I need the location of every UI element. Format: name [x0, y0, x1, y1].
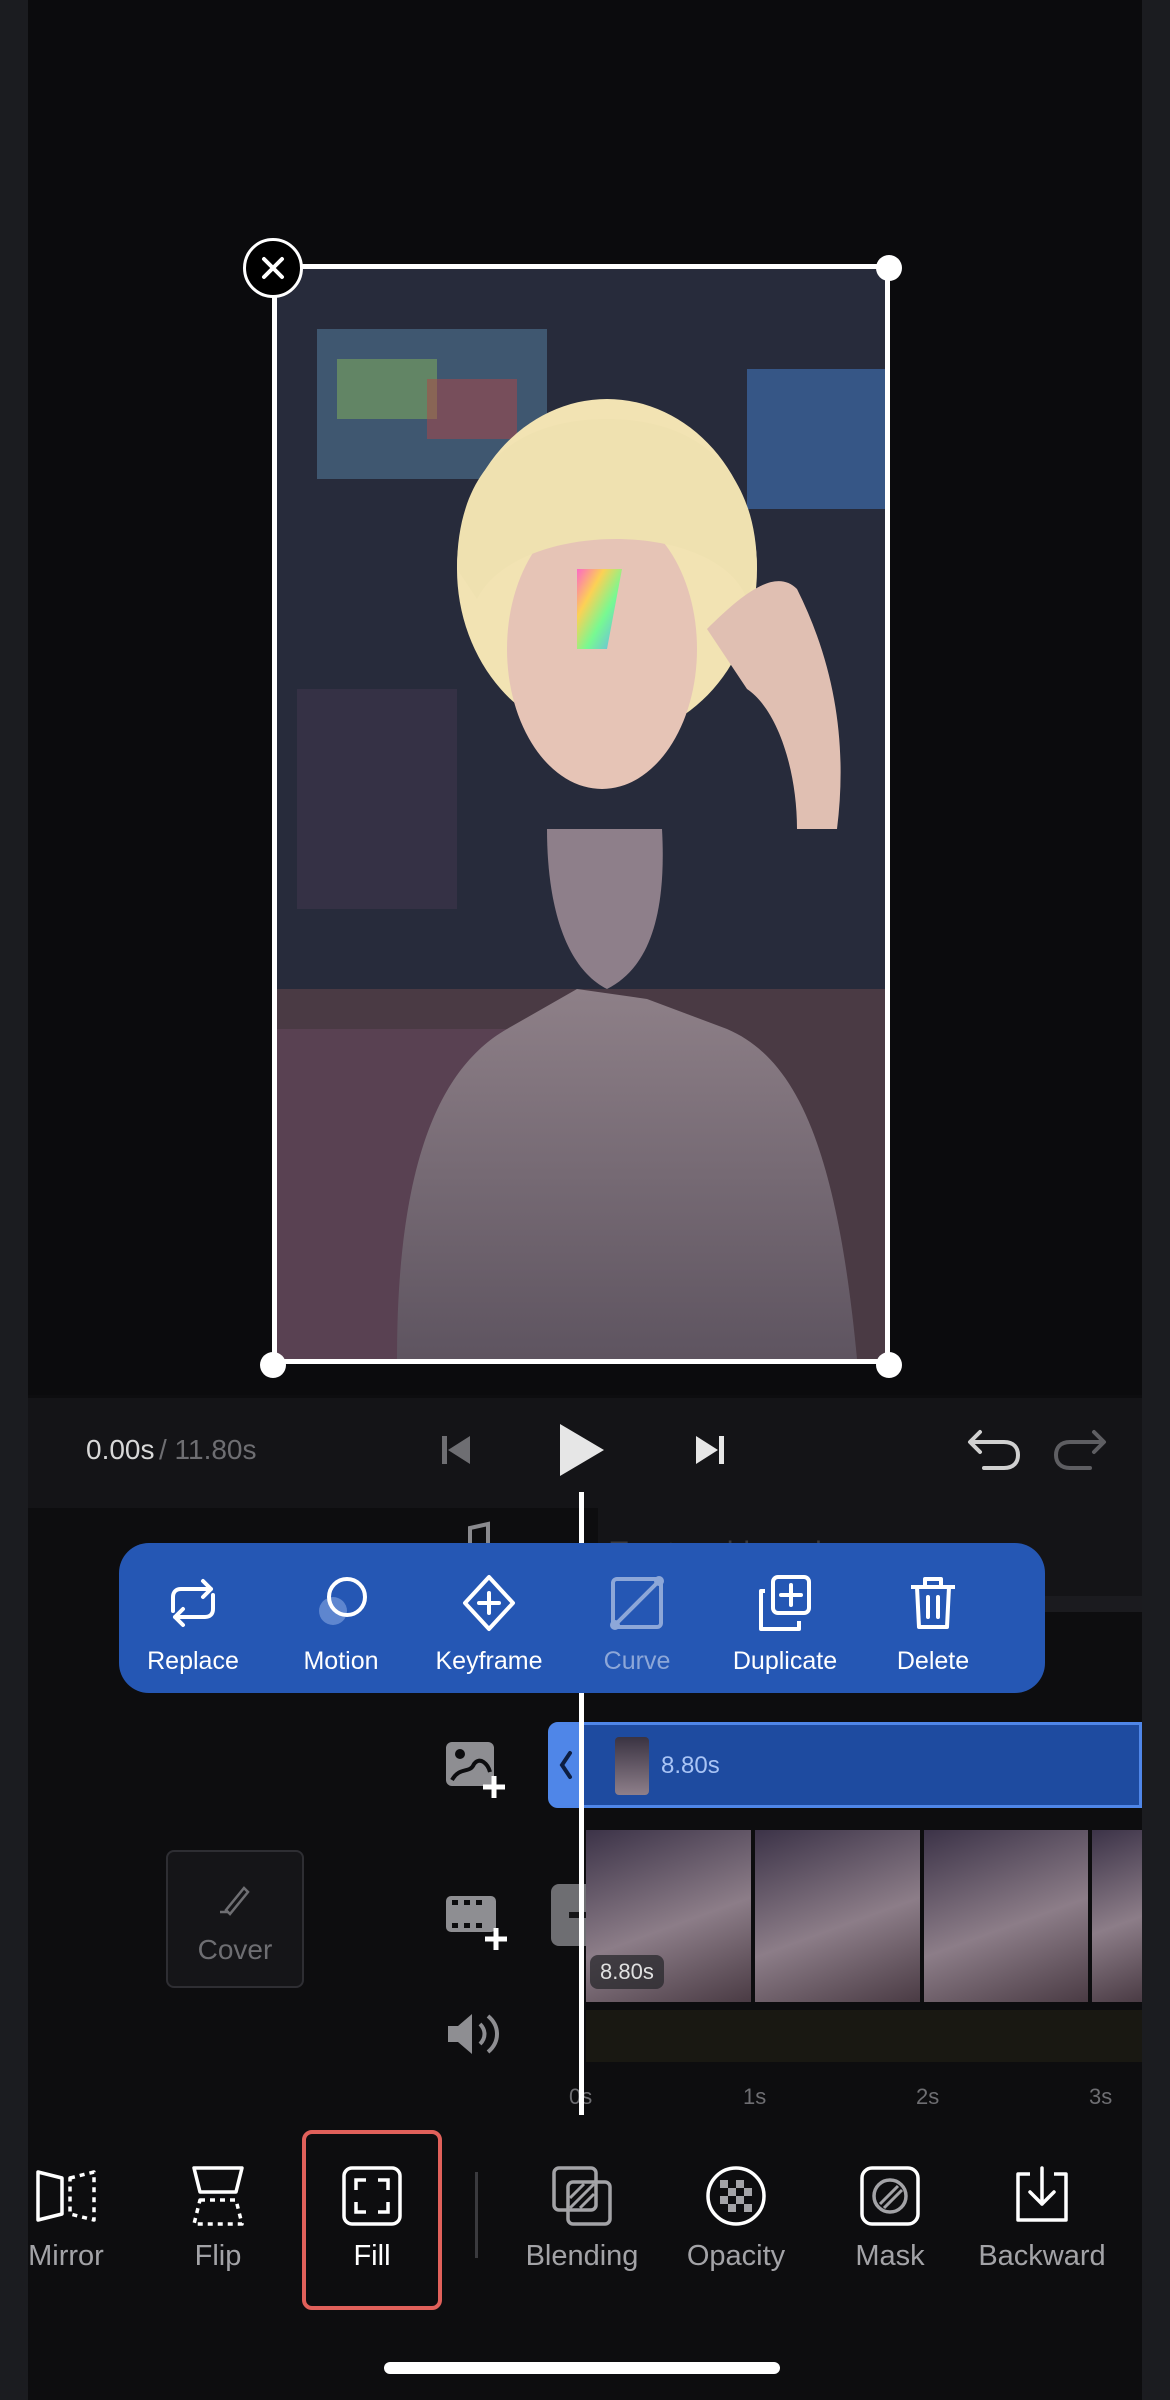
portrait-image: [277, 269, 885, 1359]
mirror-tool[interactable]: Mirror: [0, 2150, 136, 2290]
audio-waveform-track[interactable]: [586, 2010, 1142, 2062]
right-edge: [1142, 0, 1170, 2400]
volume-button[interactable]: [446, 2008, 506, 2060]
undo-button[interactable]: [966, 1426, 1022, 1474]
backward-icon: [1016, 2166, 1068, 2222]
blending-icon: [552, 2166, 612, 2226]
duplicate-icon: [759, 1575, 811, 1631]
close-icon: [262, 257, 284, 279]
replace-icon: [171, 1579, 215, 1627]
opacity-tool[interactable]: Opacity: [666, 2150, 806, 2290]
resize-handle-bottom-right[interactable]: [876, 1352, 902, 1378]
left-edge: [0, 0, 28, 2400]
mask-icon: [860, 2166, 920, 2226]
undo-icon: [968, 1430, 1021, 1470]
play-button[interactable]: [556, 1422, 606, 1478]
video-duration-badge: 8.80s: [590, 1955, 664, 1989]
overlay-duration: 8.80s: [661, 1752, 720, 1779]
ruler-tick-label: 2s: [916, 2084, 940, 2109]
duplicate-label: Duplicate: [732, 1647, 838, 1675]
volume-icon: [448, 2014, 499, 2054]
blending-tool[interactable]: Blending: [512, 2150, 652, 2290]
flip-label: Flip: [194, 2240, 242, 2272]
keyframe-icon: [463, 1575, 515, 1631]
ruler-tick-label: 1s: [743, 2084, 767, 2109]
delete-button[interactable]: Delete: [859, 1543, 1007, 1693]
flip-tool[interactable]: Flip: [148, 2150, 288, 2290]
delete-icon: [911, 1577, 955, 1629]
motion-label: Motion: [303, 1647, 379, 1675]
video-frame: [1092, 1830, 1142, 2002]
fill-icon: [342, 2166, 402, 2226]
redo-button[interactable]: [1052, 1426, 1108, 1474]
curve-icon: [610, 1576, 664, 1630]
mask-tool[interactable]: Mask: [820, 2150, 960, 2290]
ruler-tick-label: 3s: [1089, 2084, 1113, 2109]
replace-button[interactable]: Replace: [119, 1543, 267, 1693]
keyframe-label: Keyframe: [435, 1647, 543, 1675]
toolbar-divider: [475, 2172, 478, 2258]
duplicate-button[interactable]: Duplicate: [711, 1543, 859, 1693]
resize-handle-bottom-left[interactable]: [260, 1352, 286, 1378]
time-ruler: 0s 1s 2s 3s: [569, 2084, 1142, 2118]
backward-label: Backward: [978, 2240, 1106, 2272]
video-frame: [754, 1830, 920, 2002]
cover-label: Cover: [197, 1934, 273, 1965]
pen-icon: [220, 1886, 250, 1916]
motion-button[interactable]: Motion: [267, 1543, 415, 1693]
video-clip[interactable]: [586, 1830, 1142, 2002]
total-time: / 11.80s: [158, 1434, 257, 1465]
flip-icon: [192, 2166, 244, 2226]
add-image-overlay-icon: [446, 1742, 505, 1798]
skip-to-end-button[interactable]: [690, 1430, 730, 1470]
skip-start-icon: [442, 1436, 470, 1464]
current-time: 0.00s: [86, 1434, 155, 1465]
chevron-left-icon: [559, 1751, 572, 1779]
redo-icon: [1053, 1430, 1106, 1470]
curve-label: Curve: [603, 1647, 671, 1675]
remove-overlay-button[interactable]: [243, 238, 303, 298]
blending-label: Blending: [525, 2240, 639, 2272]
overlay-thumbnail: [615, 1737, 649, 1795]
skip-to-start-button[interactable]: [436, 1430, 476, 1470]
add-video-clip-icon: [446, 1896, 507, 1950]
opacity-label: Opacity: [686, 2240, 786, 2272]
video-frame: [923, 1830, 1089, 2002]
replace-label: Replace: [147, 1647, 239, 1675]
add-video-button[interactable]: [444, 1890, 510, 1952]
home-indicator: [384, 2362, 780, 2374]
keyframe-button[interactable]: Keyframe: [415, 1543, 563, 1693]
skip-end-icon: [696, 1436, 724, 1464]
fill-tool[interactable]: Fill: [302, 2130, 442, 2310]
overlay-photo[interactable]: [272, 264, 890, 1364]
resize-handle-top-right[interactable]: [876, 255, 902, 281]
overlay-clip[interactable]: 8.80s: [548, 1722, 1142, 1808]
opacity-icon: [706, 2166, 766, 2226]
delete-label: Delete: [896, 1647, 970, 1675]
curve-button[interactable]: Curve: [563, 1543, 711, 1693]
time-display: 0.00s / 11.80s: [86, 1434, 257, 1466]
play-icon: [560, 1424, 604, 1476]
motion-icon: [319, 1577, 367, 1625]
add-overlay-button[interactable]: [444, 1740, 510, 1800]
trim-handle-left[interactable]: [551, 1725, 581, 1805]
clip-action-popup: Replace Motion Keyframe Curve Duplicate: [119, 1543, 1045, 1693]
backward-tool[interactable]: Backward: [972, 2150, 1112, 2290]
fill-label: Fill: [353, 2240, 391, 2272]
cover-button[interactable]: Cover: [166, 1850, 304, 1988]
mirror-icon: [36, 2170, 96, 2222]
